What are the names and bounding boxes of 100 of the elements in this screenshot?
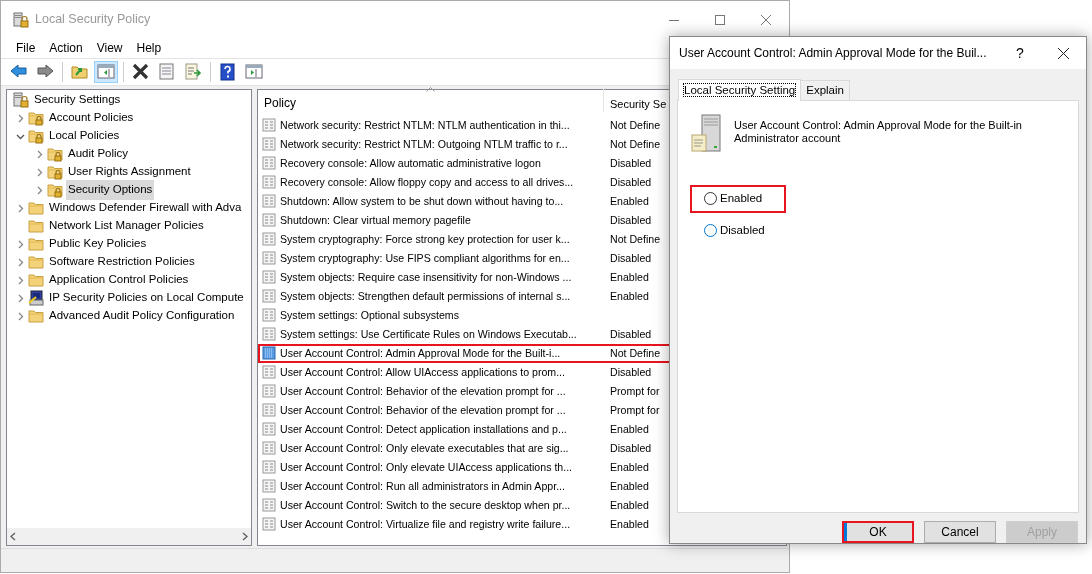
- locked-folder-icon: [47, 182, 63, 198]
- policy-setting: Enabled: [610, 270, 649, 283]
- tab[interactable]: Local Security Setting: [678, 79, 802, 102]
- help-icon: [219, 63, 237, 81]
- scroll-right-icon[interactable]: [242, 532, 248, 541]
- policy-setting: Disabled: [610, 175, 652, 188]
- locked-folder-icon: [28, 110, 44, 126]
- tree-item[interactable]: Software Restriction Policies: [47, 252, 197, 272]
- tree-item[interactable]: User Rights Assignment: [66, 162, 193, 182]
- help-button[interactable]: ?: [1000, 42, 1040, 64]
- horizontal-scrollbar[interactable]: [7, 528, 251, 545]
- folder-icon: [28, 218, 44, 234]
- tree-item[interactable]: Network List Manager Policies: [47, 216, 206, 236]
- policy-name[interactable]: User Account Control: Behavior of the elevation prompt for ...: [280, 383, 566, 400]
- policy-setting: Disabled: [610, 327, 652, 340]
- delete-x-icon: [132, 63, 150, 81]
- policy-setting: Not Define: [610, 346, 661, 359]
- policy-name[interactable]: Network security: Restrict NTLM: Outgoing NTLM traffic to r...: [280, 136, 568, 153]
- policy-name[interactable]: User Account Control: Only elevate UIAccess applications th...: [280, 459, 573, 476]
- folder-icon: [28, 200, 44, 216]
- computer-key-icon: [28, 290, 44, 306]
- policy-setting: Not Define: [610, 137, 661, 150]
- folder-icon: [28, 308, 44, 324]
- policy-setting: Enabled: [610, 498, 649, 511]
- policy-name[interactable]: User Account Control: Switch to the secure desktop when pr...: [280, 497, 571, 514]
- policy-name[interactable]: Recovery console: Allow automatic administrative logon: [280, 155, 541, 172]
- policy-name[interactable]: System settings: Optional subsystems: [280, 307, 459, 324]
- close-icon: [1057, 47, 1069, 59]
- folder-icon: [28, 236, 44, 252]
- policy-name[interactable]: User Account Control: Behavior of the elevation prompt for ...: [280, 402, 566, 419]
- policy-name[interactable]: User Account Control: Virtualize file and registry write failure...: [280, 516, 571, 533]
- tree-item[interactable]: Public Key Policies: [47, 234, 149, 254]
- tree-item[interactable]: Advanced Audit Policy Configuration: [47, 306, 237, 326]
- policy-setting: Disabled: [610, 213, 652, 226]
- policy-setting: Enabled: [610, 194, 649, 207]
- export-list-icon: [184, 63, 202, 81]
- radio-option[interactable]: Enabled: [690, 185, 787, 213]
- policy-setting: Enabled: [610, 422, 649, 435]
- setting-description: User Account Control: Admin Approval Mode for the Built-in Administrator account: [734, 118, 1023, 147]
- dialog-button[interactable]: Cancel: [924, 521, 996, 543]
- tree-item[interactable]: Windows Defender Firewall with Adva: [47, 198, 244, 218]
- highlighted-row[interactable]: User Account Control: Admin Approval Mode for the Built-i... Not Define: [258, 344, 786, 363]
- tree-item[interactable]: Audit Policy: [66, 144, 131, 164]
- sort-up-icon: [426, 87, 435, 92]
- policy-setting: Disabled: [610, 156, 652, 169]
- locked-folder-icon: [47, 164, 63, 180]
- menu-item[interactable]: Action: [42, 39, 90, 57]
- policy-name[interactable]: System cryptography: Force strong key protection for user k...: [280, 231, 570, 248]
- policy-setting: Prompt for: [610, 403, 660, 416]
- policy-setting: Disabled: [610, 441, 652, 454]
- scroll-left-icon[interactable]: [10, 532, 16, 541]
- column-header[interactable]: Policy: [264, 94, 296, 112]
- menu-item[interactable]: File: [9, 39, 43, 57]
- policy-setting: Enabled: [610, 517, 649, 530]
- tree-item[interactable]: Application Control Policies: [47, 270, 191, 290]
- server-document-icon: [690, 113, 724, 154]
- policy-name[interactable]: User Account Control: Admin Approval Mode for the Built-i...: [280, 345, 561, 362]
- policy-setting: Not Define: [610, 232, 661, 245]
- server-lock-icon: [13, 11, 29, 28]
- policy-name[interactable]: User Account Control: Run all administrators in Admin Appr...: [280, 478, 565, 495]
- policy-setting: Enabled: [610, 479, 649, 492]
- dialog-button[interactable]: OK: [842, 521, 914, 543]
- dialog-title: User Account Control: Admin Approval Mode for the Buil...: [679, 45, 987, 62]
- locked-folder-icon: [28, 128, 44, 144]
- forward-arrow-icon: [36, 63, 54, 81]
- column-header[interactable]: Security Se: [610, 97, 667, 110]
- policy-name[interactable]: Recovery console: Allow floppy copy and access to all drives...: [280, 174, 574, 191]
- tree-pane-icon: [97, 63, 115, 81]
- policy-name[interactable]: System cryptography: Use FIPS compliant algorithms for en...: [280, 250, 570, 267]
- back-arrow-icon: [10, 63, 28, 81]
- policy-name[interactable]: System objects: Require case insensitivity for non-Windows ...: [280, 269, 572, 286]
- tree-item[interactable]: Security Options: [66, 180, 155, 200]
- menu-item[interactable]: View: [89, 39, 130, 57]
- policy-name[interactable]: User Account Control: Allow UIAccess applications to prom...: [280, 364, 565, 381]
- tree-item[interactable]: Account Policies: [47, 108, 136, 128]
- policy-setting: Enabled: [610, 289, 649, 302]
- policy-name[interactable]: System objects: Strengthen default permissions of internal s...: [280, 288, 571, 305]
- action-pane-icon: [245, 63, 263, 81]
- tree-item[interactable]: Local Policies: [47, 126, 122, 146]
- policy-name[interactable]: Network security: Restrict NTLM: NTLM authentication in thi...: [280, 117, 570, 134]
- tree-item[interactable]: IP Security Policies on Local Compute: [47, 288, 246, 308]
- properties-icon: [158, 63, 176, 81]
- locked-folder-icon: [47, 146, 63, 162]
- radio-option[interactable]: Disabled: [690, 216, 789, 244]
- tab[interactable]: Explain: [800, 80, 850, 101]
- menu-item[interactable]: Help: [129, 39, 169, 57]
- policy-setting: Prompt for: [610, 384, 660, 397]
- policy-name[interactable]: User Account Control: Only elevate executables that are sig...: [280, 440, 569, 457]
- folder-icon: [28, 272, 44, 288]
- tree-item[interactable]: Security Settings: [32, 90, 123, 110]
- policy-name[interactable]: User Account Control: Detect application installations and p...: [280, 421, 567, 438]
- folder-icon: [28, 254, 44, 270]
- server-lock-icon: [13, 92, 29, 108]
- close-icon: [761, 14, 771, 25]
- folder-up-icon: [71, 63, 89, 81]
- policy-name[interactable]: Shutdown: Allow system to be shut down without having to...: [280, 193, 564, 210]
- maximize-icon: [715, 14, 725, 25]
- policy-name[interactable]: System settings: Use Certificate Rules on Windows Executab...: [280, 326, 577, 343]
- policy-setting: Disabled: [610, 251, 652, 264]
- policy-name[interactable]: Shutdown: Clear virtual memory pagefile: [280, 212, 471, 229]
